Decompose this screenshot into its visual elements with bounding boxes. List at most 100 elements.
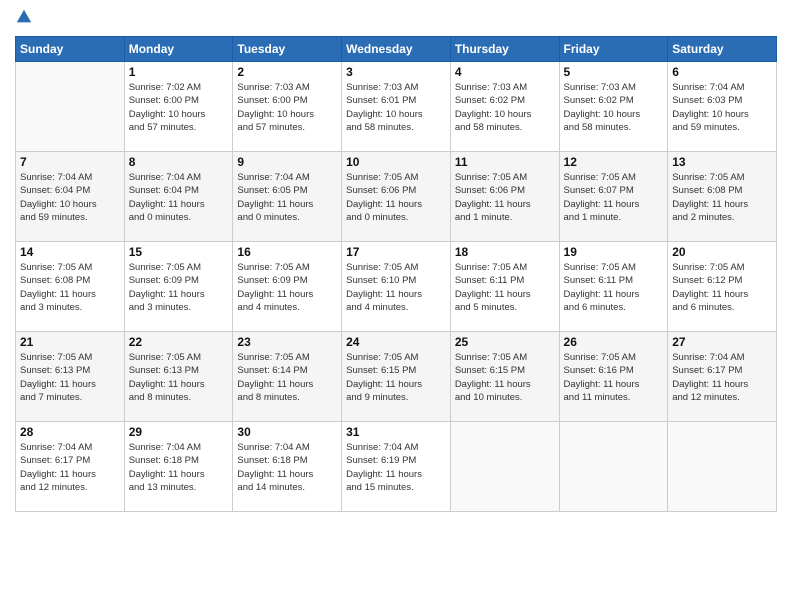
day-info: Sunrise: 7:04 AM Sunset: 6:17 PM Dayligh… — [672, 351, 772, 404]
col-header-monday: Monday — [124, 37, 233, 62]
calendar-cell: 26 Sunrise: 7:05 AM Sunset: 6:16 PM Dayli… — [559, 332, 668, 422]
col-header-tuesday: Tuesday — [233, 37, 342, 62]
day-number: 12 — [564, 155, 664, 169]
logo-icon — [15, 8, 33, 26]
day-info: Sunrise: 7:05 AM Sunset: 6:11 PM Dayligh… — [455, 261, 555, 314]
calendar-cell: 31 Sunrise: 7:04 AM Sunset: 6:19 PM Dayli… — [342, 422, 451, 512]
calendar-cell: 3 Sunrise: 7:03 AM Sunset: 6:01 PM Daylig… — [342, 62, 451, 152]
calendar-cell: 13Sunrise: 7:05 AM Sunset: 6:08 PM Dayli… — [668, 152, 777, 242]
day-number: 19 — [564, 245, 664, 259]
day-info: Sunrise: 7:03 AM Sunset: 6:02 PM Dayligh… — [455, 81, 555, 134]
day-info: Sunrise: 7:04 AM Sunset: 6:03 PM Dayligh… — [672, 81, 772, 134]
calendar-cell: 25 Sunrise: 7:05 AM Sunset: 6:15 PM Dayli… — [450, 332, 559, 422]
col-header-friday: Friday — [559, 37, 668, 62]
day-number: 25 — [455, 335, 555, 349]
day-number: 24 — [346, 335, 446, 349]
calendar-cell: 5 Sunrise: 7:03 AM Sunset: 6:02 PM Daylig… — [559, 62, 668, 152]
day-info: Sunrise: 7:05 AM Sunset: 6:08 PM Dayligh… — [20, 261, 120, 314]
calendar-cell: 24Sunrise: 7:05 AM Sunset: 6:15 PM Dayli… — [342, 332, 451, 422]
day-number: 1 — [129, 65, 229, 79]
calendar-header-row: SundayMondayTuesdayWednesdayThursdayFrid… — [16, 37, 777, 62]
day-number: 9 — [237, 155, 337, 169]
day-info: Sunrise: 7:05 AM Sunset: 6:07 PM Dayligh… — [564, 171, 664, 224]
calendar-cell: 15 Sunrise: 7:05 AM Sunset: 6:09 PM Dayli… — [124, 242, 233, 332]
day-info: Sunrise: 7:04 AM Sunset: 6:19 PM Dayligh… — [346, 441, 446, 494]
day-number: 30 — [237, 425, 337, 439]
logo — [15, 10, 37, 28]
calendar-cell: 18 Sunrise: 7:05 AM Sunset: 6:11 PM Dayli… — [450, 242, 559, 332]
day-info: Sunrise: 7:04 AM Sunset: 6:18 PM Dayligh… — [129, 441, 229, 494]
calendar-cell — [16, 62, 125, 152]
calendar-cell: 29Sunrise: 7:04 AM Sunset: 6:18 PM Dayli… — [124, 422, 233, 512]
day-number: 20 — [672, 245, 772, 259]
calendar-cell: 23 Sunrise: 7:05 AM Sunset: 6:14 PM Dayli… — [233, 332, 342, 422]
day-info: Sunrise: 7:05 AM Sunset: 6:16 PM Dayligh… — [564, 351, 664, 404]
day-info: Sunrise: 7:05 AM Sunset: 6:15 PM Dayligh… — [455, 351, 555, 404]
day-number: 4 — [455, 65, 555, 79]
col-header-thursday: Thursday — [450, 37, 559, 62]
calendar-cell: 27 Sunrise: 7:04 AM Sunset: 6:17 PM Dayli… — [668, 332, 777, 422]
day-info: Sunrise: 7:05 AM Sunset: 6:13 PM Dayligh… — [20, 351, 120, 404]
day-number: 11 — [455, 155, 555, 169]
calendar-cell — [559, 422, 668, 512]
day-info: Sunrise: 7:04 AM Sunset: 6:04 PM Dayligh… — [129, 171, 229, 224]
day-info: Sunrise: 7:05 AM Sunset: 6:08 PM Dayligh… — [672, 171, 772, 224]
calendar-cell: 1Sunrise: 7:02 AM Sunset: 6:00 PM Daylig… — [124, 62, 233, 152]
calendar-cell — [450, 422, 559, 512]
calendar-cell: 22 Sunrise: 7:05 AM Sunset: 6:13 PM Dayli… — [124, 332, 233, 422]
calendar-cell: 11 Sunrise: 7:05 AM Sunset: 6:06 PM Dayli… — [450, 152, 559, 242]
calendar-cell: 16 Sunrise: 7:05 AM Sunset: 6:09 PM Dayli… — [233, 242, 342, 332]
calendar-cell: 6 Sunrise: 7:04 AM Sunset: 6:03 PM Daylig… — [668, 62, 777, 152]
calendar-week-row: 28 Sunrise: 7:04 AM Sunset: 6:17 PM Dayli… — [16, 422, 777, 512]
day-info: Sunrise: 7:05 AM Sunset: 6:10 PM Dayligh… — [346, 261, 446, 314]
calendar-week-row: 7 Sunrise: 7:04 AM Sunset: 6:04 PM Daylig… — [16, 152, 777, 242]
calendar-week-row: 1Sunrise: 7:02 AM Sunset: 6:00 PM Daylig… — [16, 62, 777, 152]
calendar-cell: 30 Sunrise: 7:04 AM Sunset: 6:18 PM Dayli… — [233, 422, 342, 512]
day-info: Sunrise: 7:05 AM Sunset: 6:06 PM Dayligh… — [346, 171, 446, 224]
calendar-cell: 8 Sunrise: 7:04 AM Sunset: 6:04 PM Daylig… — [124, 152, 233, 242]
day-number: 17 — [346, 245, 446, 259]
day-number: 23 — [237, 335, 337, 349]
day-number: 5 — [564, 65, 664, 79]
day-number: 2 — [237, 65, 337, 79]
day-info: Sunrise: 7:05 AM Sunset: 6:09 PM Dayligh… — [129, 261, 229, 314]
day-number: 31 — [346, 425, 446, 439]
calendar-week-row: 21Sunrise: 7:05 AM Sunset: 6:13 PM Dayli… — [16, 332, 777, 422]
day-number: 26 — [564, 335, 664, 349]
day-number: 18 — [455, 245, 555, 259]
page-header — [15, 10, 777, 28]
day-number: 8 — [129, 155, 229, 169]
day-info: Sunrise: 7:04 AM Sunset: 6:05 PM Dayligh… — [237, 171, 337, 224]
day-number: 7 — [20, 155, 120, 169]
day-number: 3 — [346, 65, 446, 79]
day-info: Sunrise: 7:04 AM Sunset: 6:18 PM Dayligh… — [237, 441, 337, 494]
day-info: Sunrise: 7:04 AM Sunset: 6:04 PM Dayligh… — [20, 171, 120, 224]
day-number: 6 — [672, 65, 772, 79]
day-info: Sunrise: 7:05 AM Sunset: 6:09 PM Dayligh… — [237, 261, 337, 314]
day-number: 15 — [129, 245, 229, 259]
calendar-cell — [668, 422, 777, 512]
calendar-week-row: 14Sunrise: 7:05 AM Sunset: 6:08 PM Dayli… — [16, 242, 777, 332]
day-info: Sunrise: 7:05 AM Sunset: 6:12 PM Dayligh… — [672, 261, 772, 314]
calendar-cell: 17 Sunrise: 7:05 AM Sunset: 6:10 PM Dayli… — [342, 242, 451, 332]
day-number: 27 — [672, 335, 772, 349]
col-header-saturday: Saturday — [668, 37, 777, 62]
calendar-cell: 10Sunrise: 7:05 AM Sunset: 6:06 PM Dayli… — [342, 152, 451, 242]
day-number: 22 — [129, 335, 229, 349]
calendar-cell: 9 Sunrise: 7:04 AM Sunset: 6:05 PM Daylig… — [233, 152, 342, 242]
day-info: Sunrise: 7:05 AM Sunset: 6:14 PM Dayligh… — [237, 351, 337, 404]
calendar-cell: 21Sunrise: 7:05 AM Sunset: 6:13 PM Dayli… — [16, 332, 125, 422]
calendar-table: SundayMondayTuesdayWednesdayThursdayFrid… — [15, 36, 777, 512]
calendar-cell: 19Sunrise: 7:05 AM Sunset: 6:11 PM Dayli… — [559, 242, 668, 332]
day-info: Sunrise: 7:05 AM Sunset: 6:06 PM Dayligh… — [455, 171, 555, 224]
calendar-cell: 4 Sunrise: 7:03 AM Sunset: 6:02 PM Daylig… — [450, 62, 559, 152]
day-info: Sunrise: 7:05 AM Sunset: 6:13 PM Dayligh… — [129, 351, 229, 404]
day-number: 16 — [237, 245, 337, 259]
calendar-cell: 14Sunrise: 7:05 AM Sunset: 6:08 PM Dayli… — [16, 242, 125, 332]
day-info: Sunrise: 7:03 AM Sunset: 6:01 PM Dayligh… — [346, 81, 446, 134]
calendar-cell: 12 Sunrise: 7:05 AM Sunset: 6:07 PM Dayli… — [559, 152, 668, 242]
day-info: Sunrise: 7:03 AM Sunset: 6:02 PM Dayligh… — [564, 81, 664, 134]
calendar-cell: 2Sunrise: 7:03 AM Sunset: 6:00 PM Daylig… — [233, 62, 342, 152]
day-info: Sunrise: 7:04 AM Sunset: 6:17 PM Dayligh… — [20, 441, 120, 494]
day-number: 28 — [20, 425, 120, 439]
